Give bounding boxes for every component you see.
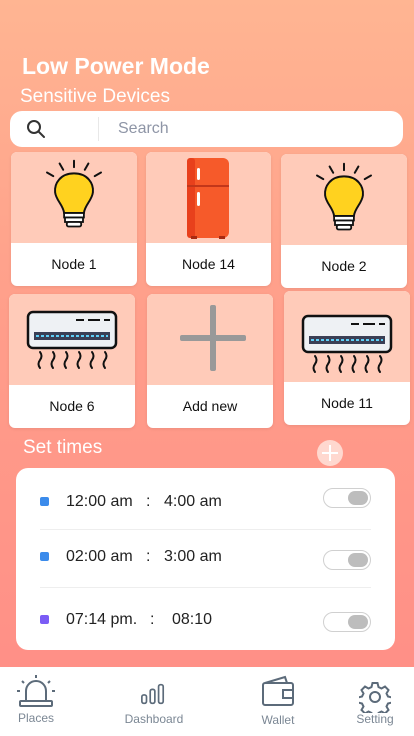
row-color-dot <box>40 497 49 506</box>
tab-dashboard[interactable]: Dashboard <box>118 667 190 736</box>
gear-icon <box>359 682 391 713</box>
alarm-light-icon <box>17 675 55 707</box>
tab-label: Setting <box>356 712 394 726</box>
wallet-icon <box>262 675 294 706</box>
device-label: Node 11 <box>321 395 373 411</box>
toggle-knob <box>348 614 368 629</box>
time-toggle[interactable] <box>323 488 371 508</box>
set-times-heading: Set times <box>23 437 103 458</box>
air-conditioner-icon <box>301 314 393 373</box>
device-card-node-14[interactable]: Node 14 <box>146 152 271 286</box>
time-schedule-panel: 12:00 am : 4:00 am 02:00 am : 3:00 am 07… <box>16 468 395 650</box>
add-time-button[interactable] <box>317 440 343 466</box>
row-color-dot <box>40 552 49 561</box>
bottom-tab-bar: Places Dashboard Wallet Setting <box>0 667 414 736</box>
end-time: 3:00 am <box>164 548 222 565</box>
toggle-knob <box>348 552 368 567</box>
lightbulb-icon <box>46 159 102 228</box>
device-card-node-1[interactable]: Node 1 <box>11 152 137 286</box>
device-card-node-11[interactable]: Node 11 <box>284 291 410 425</box>
time-row[interactable]: 07:14 pm. : 08:10 <box>16 588 395 646</box>
tab-places[interactable]: Places <box>8 667 64 736</box>
time-separator: : <box>146 493 151 510</box>
device-card-node-6[interactable]: Node 6 <box>9 294 135 428</box>
time-row[interactable]: 12:00 am : 4:00 am <box>16 472 395 530</box>
time-toggle[interactable] <box>323 550 371 570</box>
section-subtitle: Sensitive Devices <box>20 86 170 107</box>
add-device-card[interactable]: Add new <box>147 294 273 428</box>
add-new-label: Add new <box>182 398 238 414</box>
page-title: Low Power Mode <box>22 53 210 79</box>
tab-setting[interactable]: Setting <box>350 667 400 736</box>
row-color-dot <box>40 615 49 624</box>
refrigerator-icon <box>187 158 229 239</box>
start-time: 07:14 pm. <box>66 611 138 628</box>
toggle-knob <box>348 490 368 505</box>
air-conditioner-icon <box>26 310 118 369</box>
device-label: Node 14 <box>182 256 235 272</box>
device-card-node-2[interactable]: Node 2 <box>281 154 407 288</box>
lightbulb-icon <box>316 162 372 231</box>
tab-wallet[interactable]: Wallet <box>252 667 304 736</box>
start-time: 12:00 am <box>66 493 133 510</box>
plus-icon <box>180 305 246 371</box>
search-input[interactable] <box>118 116 378 142</box>
bar-chart-icon <box>141 683 165 705</box>
search-icon[interactable] <box>26 119 46 139</box>
search-bar[interactable] <box>10 111 403 147</box>
time-separator: : <box>146 548 151 565</box>
start-time: 02:00 am <box>66 548 133 565</box>
plus-circle-icon <box>322 445 338 461</box>
device-label: Node 6 <box>49 398 95 414</box>
tab-label: Places <box>17 711 55 725</box>
time-toggle[interactable] <box>323 612 371 632</box>
time-separator: : <box>150 611 155 628</box>
time-row[interactable]: 02:00 am : 3:00 am <box>16 530 395 588</box>
search-divider <box>98 117 99 141</box>
device-label: Node 2 <box>321 258 367 274</box>
tab-label: Dashboard <box>124 712 184 726</box>
tab-label: Wallet <box>261 713 295 727</box>
device-label: Node 1 <box>51 256 97 272</box>
end-time: 4:00 am <box>164 493 222 510</box>
end-time: 08:10 <box>172 611 213 628</box>
